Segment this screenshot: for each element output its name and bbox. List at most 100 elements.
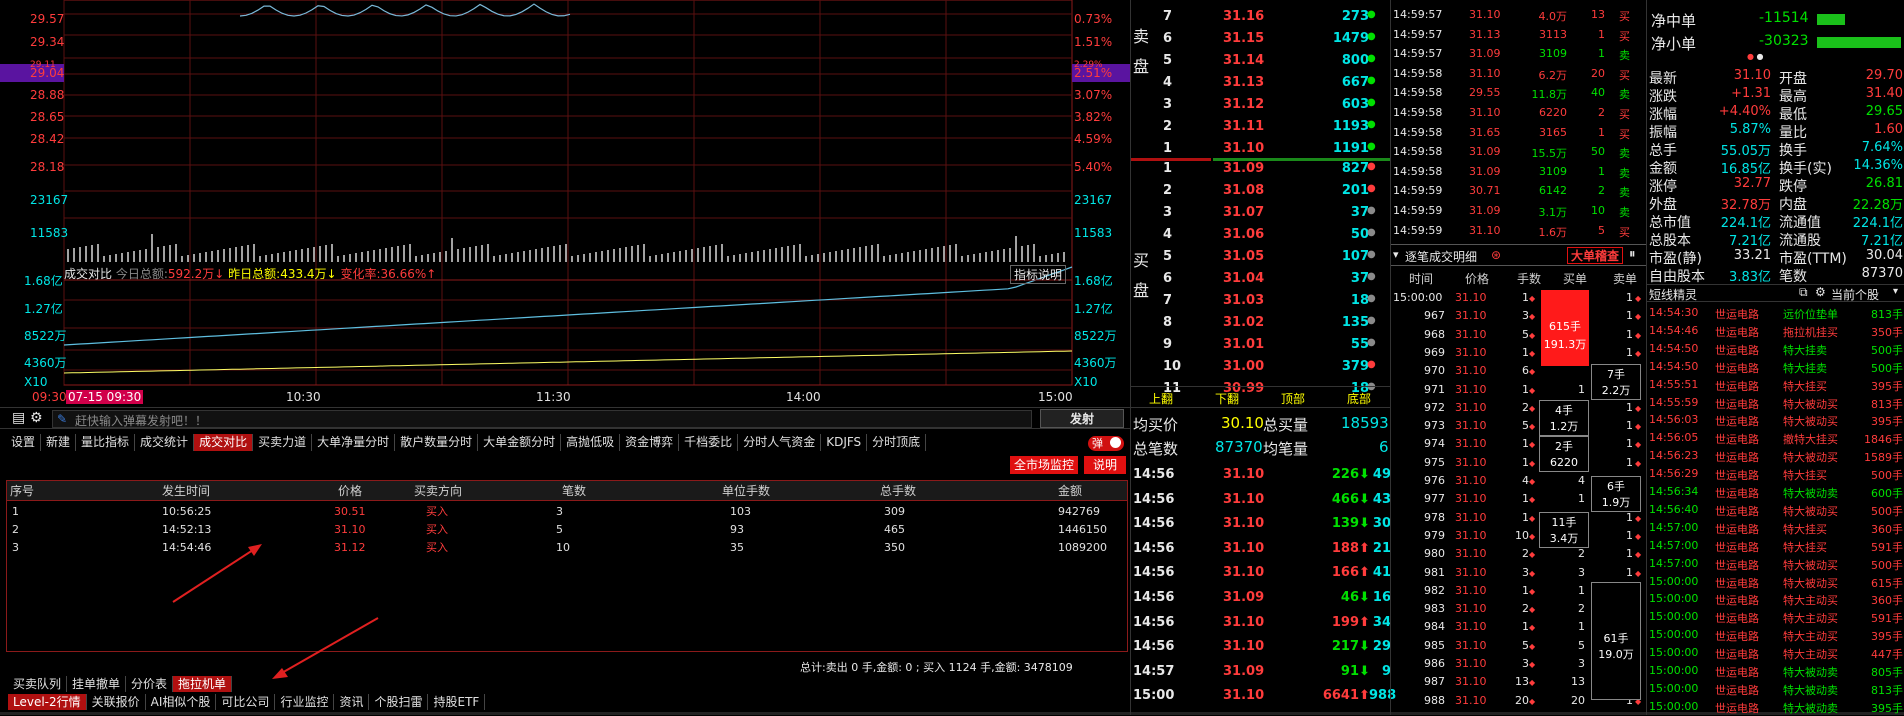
sprite-row[interactable]: 14:55:51 世运电路 特大挂买 395手	[1647, 375, 1904, 393]
sprite-row[interactable]: 14:56:29 世运电路 特大挂买 500手	[1647, 464, 1904, 482]
buy-level-row[interactable]: 10 31.00 379 ●	[1131, 356, 1391, 378]
sell-level-row[interactable]: 3 31.12 603 ●	[1131, 94, 1391, 116]
order-seq: 975	[1424, 455, 1445, 469]
minute-trade-row: 14:56 31.10 466 ⬇ 43	[1131, 489, 1391, 511]
sprite-row[interactable]: 14:57:00 世运电路 特大被动买 500手	[1647, 554, 1904, 572]
sprite-row[interactable]: 15:00:00 世运电路 特大主动买 591手	[1647, 607, 1904, 625]
bottom-tab[interactable]: 买卖队列	[8, 676, 68, 692]
quote-label: 流通股	[1779, 233, 1821, 249]
buy-level-row[interactable]: 2 31.08 201 ●	[1131, 180, 1391, 202]
sprite-row[interactable]: 14:54:46 世运电路 拖拉机挂买 350手	[1647, 321, 1904, 339]
level-volume: 18	[1350, 293, 1369, 308]
buy-level-row[interactable]: 3 31.07 37 ●	[1131, 202, 1391, 224]
big-order-check-button[interactable]: 大单稽查	[1567, 247, 1624, 264]
book-nav-button[interactable]: 上翻	[1149, 390, 1173, 407]
sprite-row[interactable]: 15:00:00 世运电路 特大主动买 395手	[1647, 625, 1904, 643]
bottom-tab[interactable]: AI相似个股	[146, 694, 217, 710]
sell-level-row[interactable]: 4 31.13 667 ●	[1131, 72, 1391, 94]
sprite-row[interactable]: 14:56:40 世运电路 特大被动买 500手	[1647, 500, 1904, 518]
tick-row: 14:59:57 31.10 4.0万 13 买	[1391, 6, 1647, 25]
sprite-row[interactable]: 15:00:00 世运电路 特大被动卖 395手	[1647, 697, 1904, 715]
trade-price: 31.09	[1223, 590, 1265, 605]
buy-level-row[interactable]: 7 31.03 18 ●	[1131, 290, 1391, 312]
sell-level-row[interactable]: 2 31.11 1193 ●	[1131, 116, 1391, 138]
buy-level-row[interactable]: 5 31.05 107 ●	[1131, 246, 1391, 268]
quote-value: 7.64%	[1861, 140, 1903, 155]
buy-level-row[interactable]: 4 31.06 50 ●	[1131, 224, 1391, 246]
sprite-row[interactable]: 15:00:00 世运电路 特大主动买 360手	[1647, 589, 1904, 607]
level-volume: 107	[1341, 249, 1369, 264]
sell-level-row[interactable]: 5 31.14 800 ●	[1131, 50, 1391, 72]
sprite-row[interactable]: 15:00:00 世运电路 特大被动卖 813手	[1647, 679, 1904, 697]
sprite-time: 14:55:59	[1649, 395, 1699, 409]
bottom-tab[interactable]: 关联报价	[87, 694, 146, 710]
sprite-row[interactable]: 15:00:00 世运电路 特大被动卖 805手	[1647, 661, 1904, 679]
sprite-volume: 813手	[1871, 683, 1903, 697]
stock-scope-dropdown[interactable]: 当前个股	[1831, 286, 1879, 303]
order-hands: 6	[1522, 364, 1529, 378]
bottom-tab[interactable]: 个股扫雷	[369, 694, 429, 710]
order-price: 31.10	[1455, 583, 1487, 597]
order-seq: 983	[1424, 602, 1445, 616]
popout-icon[interactable]: ⧉	[1799, 285, 1808, 300]
level-volume: 1479	[1332, 31, 1369, 46]
level-volume: 603	[1341, 97, 1369, 112]
summary-value: 30.10	[1221, 414, 1264, 432]
bottom-tab[interactable]: 挂单撤单	[67, 676, 127, 692]
bottom-tab[interactable]: Level-2行情	[8, 694, 87, 710]
book-nav-button[interactable]: 底部	[1347, 390, 1371, 407]
big-order-column-header: 价格	[1465, 272, 1490, 286]
order-hands: 3	[1522, 565, 1529, 579]
sprite-row[interactable]: 14:56:05 世运电路 撤特大挂买 1846手	[1647, 428, 1904, 446]
sprite-volume: 360手	[1871, 522, 1903, 536]
sprite-row[interactable]: 14:56:34 世运电路 特大被动卖 600手	[1647, 482, 1904, 500]
sprite-row[interactable]: 14:55:59 世运电路 特大被动买 813手	[1647, 393, 1904, 411]
buy-level-row[interactable]: 9 31.01 55 ●	[1131, 334, 1391, 356]
order-buy-qty: 3	[1578, 657, 1585, 670]
order-buy-qty: 2	[1578, 547, 1585, 561]
bottom-tab[interactable]: 分价表	[126, 676, 174, 692]
level-dot: ●	[1367, 75, 1376, 86]
book-nav-button[interactable]: 顶部	[1281, 390, 1305, 407]
sprite-row[interactable]: 14:56:03 世运电路 特大被动买 395手	[1647, 410, 1904, 428]
chevron-down-icon[interactable]: ▾	[1893, 286, 1898, 297]
trade-volume: 46	[1340, 590, 1359, 605]
sprite-row[interactable]: 14:57:00 世运电路 特大挂买 591手	[1647, 536, 1904, 554]
sprite-volume: 500手	[1871, 361, 1903, 375]
bottom-tab[interactable]: 持股ETF	[428, 694, 486, 710]
level-price: 31.03	[1223, 293, 1265, 308]
chevron-down-icon[interactable]: ▾	[1393, 248, 1399, 261]
book-nav-button[interactable]: 下翻	[1215, 390, 1239, 407]
sell-level-row[interactable]: 6 31.15 1479 ●	[1131, 28, 1391, 50]
sell-level-row[interactable]: 1 31.10 1191 ●	[1131, 138, 1391, 160]
sprite-row[interactable]: 15:00:00 世运电路 特大主动买 447手	[1647, 643, 1904, 661]
sprite-row[interactable]: 14:54:50 世运电路 特大挂卖 500手	[1647, 339, 1904, 357]
sprite-row[interactable]: 14:57:00 世运电路 特大挂买 360手	[1647, 518, 1904, 536]
bottom-tab[interactable]: 资讯	[334, 694, 370, 710]
sprite-row[interactable]: 14:56:23 世运电路 特大被动买 1589手	[1647, 446, 1904, 464]
bottom-tab[interactable]: 行业监控	[275, 694, 335, 710]
buy-level-row[interactable]: 8 31.02 135 ●	[1131, 312, 1391, 334]
sprite-volume: 447手	[1871, 648, 1903, 662]
buy-level-row[interactable]: 6 31.04 37 ●	[1131, 268, 1391, 290]
sprite-row[interactable]: 14:54:50 世运电路 特大挂卖 500手	[1647, 357, 1904, 375]
sprite-stock: 世运电路	[1715, 630, 1759, 644]
buy-level-row[interactable]: 1 31.09 827 ●	[1131, 158, 1391, 180]
order-hands: 1	[1522, 492, 1529, 506]
sell-level-row[interactable]: 7 31.16 273 ●	[1131, 6, 1391, 28]
bottom-tab[interactable]: 拖拉机单	[173, 676, 233, 692]
sprite-row[interactable]: 15:00:00 世运电路 特大被动买 615手	[1647, 572, 1904, 590]
quote-row: 总手 55.05万 换手 7.64%	[1647, 140, 1904, 159]
sprite-event: 特大被动卖	[1783, 683, 1838, 697]
order-price: 31.10	[1455, 528, 1487, 542]
sprite-row[interactable]: 14:54:30 世运电路 远价位垫单 813手	[1647, 303, 1904, 321]
tick-side: 买	[1619, 108, 1630, 121]
sprite-time: 15:00:00	[1649, 628, 1699, 642]
bottom-tab[interactable]: 可比公司	[216, 694, 276, 710]
order-seq: 986	[1424, 657, 1445, 670]
refresh-icon[interactable]: ⊛	[1491, 248, 1501, 262]
order-price: 31.10	[1455, 437, 1487, 451]
gear-icon[interactable]: ⚙	[1815, 285, 1826, 299]
pause-icon[interactable]: ⏸	[1629, 247, 1636, 262]
order-hands: 1	[1522, 510, 1529, 524]
